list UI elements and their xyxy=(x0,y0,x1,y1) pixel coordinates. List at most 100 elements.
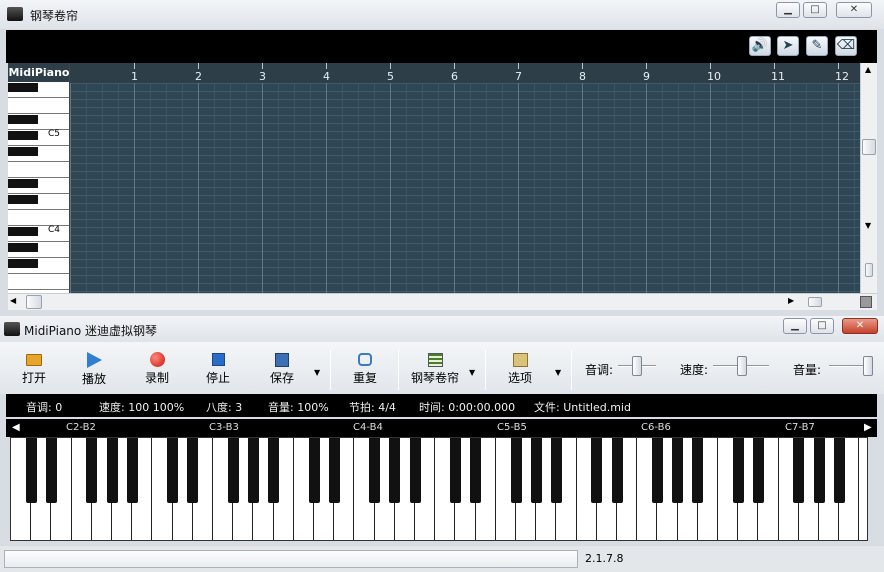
roll-white-key[interactable] xyxy=(8,162,69,178)
volume-slider[interactable] xyxy=(829,350,875,382)
piano-black-key[interactable] xyxy=(449,438,461,503)
open-label: 打开 xyxy=(21,371,46,385)
speed-slider-knob[interactable] xyxy=(737,356,747,376)
pencil-icon[interactable]: ✎ xyxy=(806,36,828,56)
scroll-down-arrow[interactable]: ▼ xyxy=(865,221,871,230)
piano-black-key[interactable] xyxy=(369,438,381,503)
open-button[interactable]: 打开 xyxy=(14,348,54,396)
scroll-octave-left-icon[interactable]: ◀ xyxy=(12,422,20,433)
minimize-button[interactable]: ▁ xyxy=(776,2,800,18)
piano-black-key[interactable] xyxy=(732,438,744,503)
close-button[interactable]: ✕ xyxy=(842,318,878,334)
select-cursor-icon[interactable]: ➤ xyxy=(777,36,799,56)
roll-black-key[interactable] xyxy=(8,115,38,124)
volume-label: 音量: xyxy=(793,363,822,377)
roll-white-key[interactable] xyxy=(8,274,69,290)
octave-range-bar: ◀ C2-B2 C3-B3 C4-B4 C5-B5 C6-B6 C7-B7 ▶ xyxy=(6,419,877,437)
measure-number: 1 xyxy=(131,70,138,83)
octave-label-c5: C5 xyxy=(48,129,61,139)
roll-black-key[interactable] xyxy=(8,259,38,268)
maximize-button[interactable]: □ xyxy=(810,318,834,334)
status-octave: 八度: 3 xyxy=(206,401,243,414)
note-grid[interactable] xyxy=(70,83,860,293)
piano-black-key[interactable] xyxy=(126,438,138,503)
scroll-left-arrow[interactable]: ◀ xyxy=(10,296,16,305)
piano-black-key[interactable] xyxy=(409,438,421,503)
horizontal-scroll-thumb[interactable] xyxy=(26,295,42,309)
piano-black-key[interactable] xyxy=(167,438,179,503)
piano-black-key[interactable] xyxy=(813,438,825,503)
piano-roll-dropdown-arrow[interactable]: ▼ xyxy=(469,368,475,377)
repeat-button[interactable]: 重复 xyxy=(345,348,385,396)
pitch-slider-knob[interactable] xyxy=(632,356,642,376)
pitch-slider[interactable] xyxy=(618,350,656,382)
piano-black-key[interactable] xyxy=(672,438,684,503)
speed-slider[interactable] xyxy=(713,350,769,382)
close-button[interactable]: ✕ xyxy=(836,2,872,18)
piano-black-key[interactable] xyxy=(470,438,482,503)
piano-black-key[interactable] xyxy=(227,438,239,503)
roll-black-key[interactable] xyxy=(8,131,38,140)
roll-black-key[interactable] xyxy=(8,243,38,252)
vertical-zoom-slider[interactable] xyxy=(865,263,873,277)
scroll-right-arrow[interactable]: ▶ xyxy=(788,296,794,305)
roll-horizontal-scrollbar[interactable]: ◀ ▶ xyxy=(8,293,877,310)
roll-black-key[interactable] xyxy=(8,195,38,204)
piano-black-key[interactable] xyxy=(833,438,845,503)
vertical-keys xyxy=(8,82,69,293)
roll-vertical-scrollbar[interactable]: ▲ ▼ xyxy=(860,63,877,293)
vertical-scroll-thumb[interactable] xyxy=(862,139,876,155)
piano-black-key[interactable] xyxy=(187,438,199,503)
roll-white-key[interactable] xyxy=(8,210,69,226)
volume-slider-knob[interactable] xyxy=(863,356,873,376)
roll-black-key[interactable] xyxy=(8,179,38,188)
piano-black-key[interactable] xyxy=(752,438,764,503)
roll-black-key[interactable] xyxy=(8,147,38,156)
measure-tick xyxy=(326,63,327,69)
vertical-keyboard[interactable]: MidiPiano C5 C4 xyxy=(8,63,70,293)
toolbar-separator xyxy=(398,350,399,390)
piano-black-key[interactable] xyxy=(328,438,340,503)
progress-bar[interactable] xyxy=(4,550,578,568)
minimize-button[interactable]: ▁ xyxy=(783,318,807,334)
piano-keyboard[interactable] xyxy=(10,437,868,541)
save-dropdown-arrow[interactable]: ▼ xyxy=(314,368,320,377)
speaker-icon[interactable]: 🔊 xyxy=(749,36,771,56)
piano-black-key[interactable] xyxy=(389,438,401,503)
piano-black-key[interactable] xyxy=(550,438,562,503)
piano-black-key[interactable] xyxy=(308,438,320,503)
piano-black-key[interactable] xyxy=(510,438,522,503)
piano-black-key[interactable] xyxy=(793,438,805,503)
piano-black-key[interactable] xyxy=(106,438,118,503)
play-button[interactable]: 播放 xyxy=(74,348,114,396)
save-button[interactable]: 保存 xyxy=(262,348,302,396)
scroll-octave-right-icon[interactable]: ▶ xyxy=(864,422,872,433)
piano-roll-button[interactable]: 钢琴卷帘 xyxy=(408,348,462,396)
resize-grip[interactable] xyxy=(860,296,872,308)
piano-black-key[interactable] xyxy=(591,438,603,503)
piano-black-key[interactable] xyxy=(651,438,663,503)
roll-black-key[interactable] xyxy=(8,227,38,236)
octave-label-c4: C4 xyxy=(48,225,61,235)
measure-tick xyxy=(710,63,711,69)
roll-white-key[interactable] xyxy=(8,98,69,114)
record-button[interactable]: 录制 xyxy=(137,348,177,396)
piano-black-key[interactable] xyxy=(86,438,98,503)
status-volume: 音量: 100% xyxy=(268,401,329,414)
roll-black-key[interactable] xyxy=(8,83,38,92)
piano-black-key[interactable] xyxy=(268,438,280,503)
options-dropdown-arrow[interactable]: ▼ xyxy=(555,368,561,377)
stop-button[interactable]: 停止 xyxy=(198,348,238,396)
piano-black-key[interactable] xyxy=(611,438,623,503)
piano-white-key[interactable] xyxy=(859,438,867,540)
piano-black-key[interactable] xyxy=(530,438,542,503)
piano-black-key[interactable] xyxy=(692,438,704,503)
scroll-up-arrow[interactable]: ▲ xyxy=(865,65,871,74)
piano-black-key[interactable] xyxy=(247,438,259,503)
piano-black-key[interactable] xyxy=(25,438,37,503)
maximize-button[interactable]: □ xyxy=(803,2,827,18)
horizontal-zoom-slider[interactable] xyxy=(808,297,822,307)
options-button[interactable]: 选项 xyxy=(500,348,540,396)
piano-black-key[interactable] xyxy=(45,438,57,503)
eraser-icon[interactable]: ⌫ xyxy=(835,36,857,56)
